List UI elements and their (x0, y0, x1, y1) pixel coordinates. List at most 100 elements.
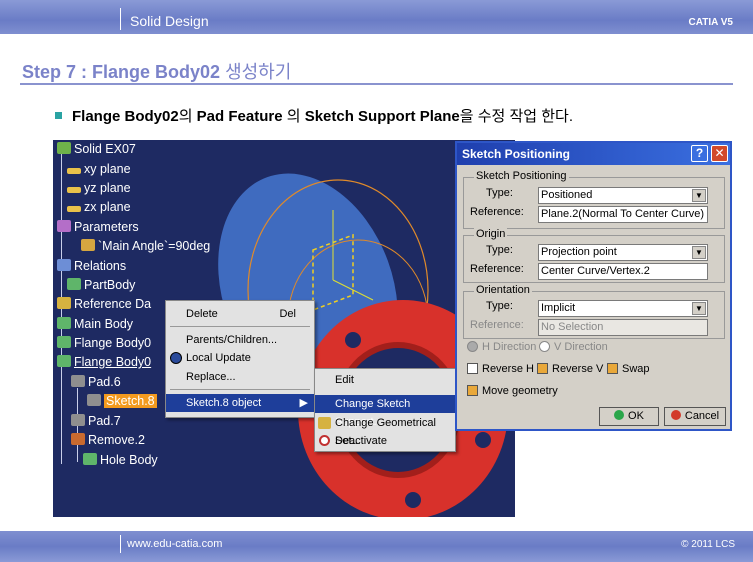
tree-label: Relations (74, 259, 127, 273)
footer-url[interactable]: www.edu-catia.com (127, 538, 222, 550)
step-title-en: Step 7 : Flange Body02 (22, 62, 221, 82)
option-label: V Direction (554, 341, 608, 353)
pad-icon (71, 375, 85, 387)
tree-item-remove2[interactable]: Remove.2 (71, 433, 145, 447)
body-icon (57, 336, 71, 348)
tree-item-xy-plane[interactable]: xy plane (67, 162, 131, 176)
field-value: Positioned (541, 189, 593, 201)
option-label: Move geometry (482, 385, 558, 397)
reverse-h-checkbox[interactable]: Reverse H (467, 363, 534, 375)
local-update-icon (170, 352, 182, 364)
close-button[interactable]: ✕ (711, 145, 728, 162)
type-label: Type: (486, 300, 513, 312)
context-menu: Delete Del Parents/Children... Local Upda… (165, 300, 315, 418)
tree-item-flange-body01[interactable]: Flange Body0 (57, 336, 151, 350)
positioning-type-dropdown[interactable]: Positioned ▼ (538, 187, 708, 204)
bottom-banner: www.edu-catia.com © 2011 LCS (0, 531, 753, 562)
section-title: Solid Design (130, 13, 209, 29)
h-direction-radio[interactable]: H Direction (467, 341, 536, 353)
menu-label: Replace... (186, 371, 236, 383)
group-sketch-positioning: Sketch Positioning Type: Positioned ▼ Ref… (463, 170, 725, 229)
menu-item-local-update[interactable]: Local Update (166, 349, 314, 367)
tree-item-relations[interactable]: Relations (57, 259, 126, 273)
tree-item-flange-body02[interactable]: Flange Body0 (57, 355, 151, 369)
remove-icon (71, 433, 85, 445)
menu-item-delete[interactable]: Delete Del (166, 305, 314, 323)
menu-label: Edit (335, 374, 354, 386)
banner-divider (120, 8, 121, 30)
submenu-item-edit[interactable]: Edit (315, 371, 455, 389)
move-geometry-checkbox[interactable]: Move geometry (467, 385, 558, 397)
orientation-type-dropdown[interactable]: Implicit ▼ (538, 300, 708, 317)
body-icon (57, 355, 71, 367)
field-value: Plane.2(Normal To Center Curve) (541, 208, 705, 220)
menu-label: Sketch.8 object (186, 397, 262, 409)
tree-root-solid[interactable]: Solid EX07 (57, 142, 136, 156)
option-label: H Direction (482, 341, 537, 353)
tree-label: Main Body (74, 317, 134, 331)
orientation-reference-field: No Selection (538, 319, 708, 336)
tree-label: Solid EX07 (74, 142, 136, 156)
group-origin: Origin Type: Projection point ▼ Reference… (463, 228, 725, 283)
origin-reference-field[interactable]: Center Curve/Vertex.2 (538, 263, 708, 280)
field-value: Projection point (541, 246, 617, 258)
group-orientation: Orientation Type: Implicit ▼ Reference: N… (463, 284, 725, 339)
brand-label: CATIA V5 (688, 17, 733, 28)
tree-item-hole-body[interactable]: Hole Body (83, 453, 158, 467)
tree-item-sketch8[interactable]: Sketch.8 (87, 394, 157, 408)
option-label: Reverse H (482, 363, 534, 375)
swap-checkbox[interactable]: Swap (607, 363, 650, 375)
title-divider (20, 83, 733, 85)
tree-item-partbody[interactable]: PartBody (67, 278, 135, 292)
plane-icon (67, 168, 81, 174)
instruction-bullet: Flange Body02의 Pad Feature 의 Sketch Supp… (55, 105, 573, 126)
field-value: No Selection (541, 321, 604, 333)
cancel-icon (670, 410, 681, 420)
tree-label: Reference Da (74, 297, 152, 311)
option-label: Swap (622, 363, 650, 375)
positioning-reference-field[interactable]: Plane.2(Normal To Center Curve) (538, 206, 708, 223)
tree-label: Hole Body (100, 453, 158, 467)
type-label: Type: (486, 244, 513, 256)
radio-icon (539, 341, 550, 352)
ok-button[interactable]: OK (599, 407, 659, 426)
tree-label: Parameters (74, 220, 139, 234)
ok-icon (614, 410, 625, 420)
tree-item-pad7[interactable]: Pad.7 (71, 414, 121, 428)
dialog-titlebar[interactable]: Sketch Positioning ? ✕ (457, 143, 730, 165)
reverse-v-checkbox[interactable]: Reverse V (537, 363, 603, 375)
tree-item-main-body[interactable]: Main Body (57, 317, 133, 331)
tree-item-main-angle[interactable]: `Main Angle`=90deg (81, 239, 210, 253)
menu-label: Parents/Children... (186, 334, 278, 346)
tree-item-zx-plane[interactable]: zx plane (67, 200, 131, 214)
bullet-text-2: 의 (282, 108, 305, 125)
menu-label: Delete (186, 308, 218, 320)
parameters-icon (57, 220, 71, 232)
tree-item-pad6[interactable]: Pad.6 (71, 375, 121, 389)
submenu-item-change-sketch-support[interactable]: Change Sketch Support... (315, 395, 455, 428)
tree-item-parameters[interactable]: Parameters (57, 220, 139, 234)
bolt-hole-1 (345, 332, 361, 348)
tree-label: Sketch.8 (104, 394, 157, 408)
relations-icon (57, 259, 71, 271)
submenu-item-change-geometrical-set[interactable]: Change Geometrical Set... (315, 414, 455, 447)
menu-item-replace[interactable]: Replace... (166, 368, 314, 386)
tree-item-yz-plane[interactable]: yz plane (67, 181, 131, 195)
bullet-icon (55, 111, 62, 119)
menu-item-parents-children[interactable]: Parents/Children... (166, 331, 314, 349)
group-label: Sketch Positioning (474, 170, 569, 182)
tree-item-reference-data[interactable]: Reference Da (57, 297, 151, 311)
origin-type-dropdown[interactable]: Projection point ▼ (538, 244, 708, 261)
submenu-item-deactivate[interactable]: Deactivate (315, 432, 455, 450)
cancel-button[interactable]: Cancel (664, 407, 726, 426)
menu-item-sketch-object[interactable]: Sketch.8 object ▶ (166, 394, 314, 412)
menu-label: Deactivate (335, 435, 387, 447)
body-icon (67, 278, 81, 290)
help-button[interactable]: ? (691, 145, 708, 162)
v-direction-radio[interactable]: V Direction (539, 341, 608, 353)
geoset-icon (57, 297, 71, 309)
dropdown-arrow-icon: ▼ (692, 246, 706, 259)
checkbox-icon (467, 363, 478, 374)
dropdown-arrow-icon: ▼ (692, 189, 706, 202)
plane-icon (67, 206, 81, 212)
